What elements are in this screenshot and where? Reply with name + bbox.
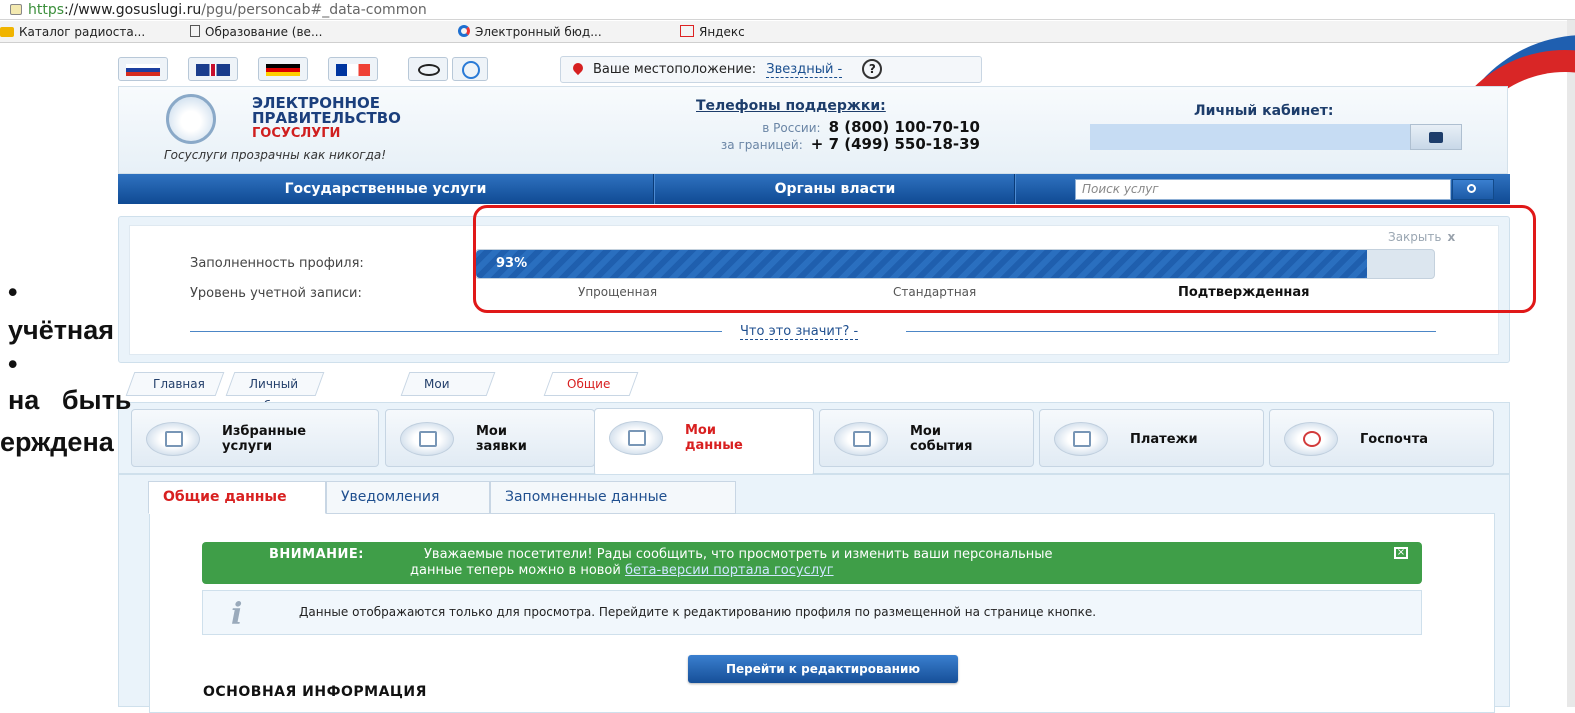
breadcrumb-cabinet[interactable]: Личный кабинет [225, 372, 325, 413]
bookmark-3[interactable]: Электронный бюд... [458, 21, 602, 43]
page-icon [190, 25, 200, 37]
budget-icon [458, 25, 470, 37]
compass-icon[interactable] [452, 57, 488, 81]
slide-text: • учётная • на быть ерждена [0, 270, 131, 464]
section-title: ОСНОВНАЯ ИНФОРМАЦИЯ [203, 684, 427, 700]
cabinet-tabs: Избранные услуги Мои заявки Мои данные М… [118, 402, 1510, 476]
applications-icon [400, 422, 454, 456]
breadcrumb-general-data: Общие данные [543, 372, 639, 413]
info-notice: i Данные отображаются только для просмот… [202, 590, 1422, 635]
url-path: /pgu/personcab#_data-common [201, 2, 427, 18]
search-icon [1467, 184, 1476, 193]
exit-icon [1429, 132, 1443, 143]
bookmark-1[interactable]: Каталог радиоста... [0, 21, 145, 43]
tab-label: Избранные услуги [222, 424, 307, 454]
subtab-general[interactable]: Общие данные [148, 481, 326, 514]
logo-line-3: ГОСУСЛУГИ [252, 126, 341, 141]
user-name-field[interactable] [1090, 124, 1410, 150]
emblem-icon [166, 94, 216, 144]
breadcrumb-home[interactable]: Главная [125, 372, 225, 396]
tab-label: Мои заявки [476, 424, 527, 454]
tab-label: Мои данные [685, 423, 743, 453]
bookmarks-bar: Каталог радиоста... Образование (ве... Э… [0, 21, 1575, 43]
search-button[interactable] [1452, 179, 1494, 200]
site-logo[interactable]: ЭЛЕКТРОННОЕ ПРАВИТЕЛЬСТВО ГОСУСЛУГИ Госу… [160, 88, 460, 170]
flag-uk-icon[interactable] [188, 57, 238, 81]
divider-right [906, 331, 1436, 332]
alert-line-2: данные теперь можно в новой [410, 563, 625, 578]
highlight-frame [473, 205, 1536, 313]
russia-label: в России: [762, 121, 821, 135]
tab-my-data[interactable]: Мои данные [594, 408, 814, 476]
slide-line: учётная [8, 315, 115, 345]
lock-icon [10, 4, 22, 15]
what-does-it-mean-link[interactable]: Что это значит? - [740, 324, 859, 340]
tab-applications[interactable]: Мои заявки [385, 409, 595, 467]
personal-cabinet: Личный кабинет: [1090, 98, 1462, 154]
map-pin-icon [570, 60, 586, 76]
abroad-label: за границей: [720, 138, 803, 152]
accessibility-icon[interactable] [408, 57, 448, 81]
calendar-icon [834, 422, 888, 456]
phones-title[interactable]: Телефоны поддержки: [696, 98, 886, 114]
location-selector[interactable]: Ваше местоположение: Звездный - ? [560, 56, 982, 83]
tab-label: Мои события [910, 424, 973, 454]
location-city[interactable]: Звездный - [766, 62, 843, 78]
mail-icon [1284, 422, 1338, 456]
tab-favorites[interactable]: Избранные услуги [131, 409, 379, 467]
slide-line: на быть [8, 385, 132, 415]
russia-number: 8 (800) 100-70-10 [828, 118, 980, 136]
location-label: Ваше местоположение: [593, 62, 757, 77]
tab-label: Госпочта [1360, 432, 1429, 447]
cabinet-title: Личный кабинет: [1194, 103, 1334, 119]
flag-ru-icon[interactable] [118, 57, 168, 81]
info-text: Данные отображаются только для просмотра… [299, 605, 1097, 619]
my-data-icon [609, 421, 663, 455]
divider-left [190, 331, 722, 332]
favorites-icon [146, 422, 200, 456]
yandex-icon [680, 25, 694, 37]
bookmark-4[interactable]: Яндекс [680, 21, 745, 43]
logout-button[interactable] [1410, 124, 1462, 150]
close-alert-icon[interactable]: × [1394, 547, 1408, 559]
url-host: ://www.gosuslugi.ru [64, 2, 202, 18]
subtab-saved[interactable]: Запомненные данные [490, 481, 736, 514]
logo-line-2: ПРАВИТЕЛЬСТВО [252, 109, 401, 127]
support-phones: Телефоны поддержки: в России: 8 (800) 100… [560, 98, 980, 158]
level-label: Уровень учетной записи: [190, 286, 362, 301]
edit-profile-button[interactable]: Перейти к редактированию [688, 655, 958, 683]
info-icon: i [231, 597, 243, 632]
search-input[interactable]: Поиск услуг [1075, 179, 1451, 200]
tab-gosmail[interactable]: Госпочта [1269, 409, 1494, 467]
tab-events[interactable]: Мои события [819, 409, 1034, 467]
folder-icon [0, 27, 14, 37]
alert-line-1: Уважаемые посетители! Рады сообщить, что… [424, 547, 1053, 562]
tab-payments[interactable]: Платежи [1039, 409, 1264, 467]
breadcrumb-my-data[interactable]: Мои данные [400, 372, 496, 413]
beta-alert: ВНИМАНИЕ: Уважаемые посетители! Рады соо… [202, 542, 1422, 584]
bookmark-2[interactable]: Образование (ве... [190, 21, 322, 43]
flag-fr-icon[interactable] [328, 57, 378, 81]
nav-authorities[interactable]: Органы власти [656, 174, 1014, 204]
nav-gov-services[interactable]: Государственные услуги [118, 174, 653, 204]
abroad-number: + 7 (499) 550-18-39 [810, 135, 980, 153]
tab-label: Платежи [1130, 432, 1198, 447]
fill-label: Заполненность профиля: [190, 256, 364, 271]
address-bar[interactable]: https://www.gosuslugi.ru/pgu/personcab#_… [0, 0, 1575, 20]
payments-icon [1054, 422, 1108, 456]
help-icon[interactable]: ? [862, 59, 883, 79]
slogan: Госуслуги прозрачны как никогда! [164, 148, 387, 162]
flag-de-icon[interactable] [258, 57, 308, 81]
slide-line: ерждена [0, 427, 114, 457]
url-scheme: https [28, 2, 65, 18]
subtab-notifications[interactable]: Уведомления [326, 481, 490, 514]
alert-title: ВНИМАНИЕ: [269, 547, 365, 562]
beta-link[interactable]: бета-версии портала госуслуг [625, 563, 834, 578]
